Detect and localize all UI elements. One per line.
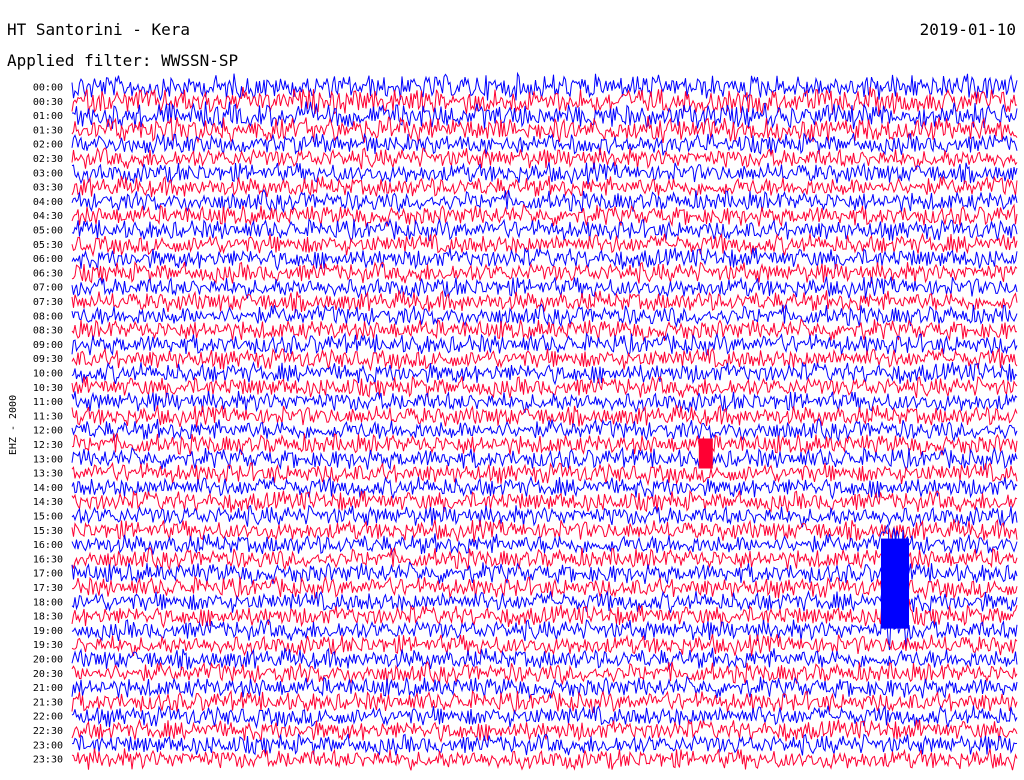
- trace-row-1630: [71, 543, 1018, 576]
- trace-row-0100: [72, 101, 1018, 130]
- tick-label-0700: 07:00: [33, 283, 63, 294]
- trace-row-0530: [71, 232, 1018, 258]
- date-label: 2019-01-10: [919, 20, 1016, 39]
- trace-row-0600: [71, 247, 1018, 272]
- tick-label-0100: 01:00: [33, 111, 63, 122]
- tick-label-1330: 13:30: [33, 469, 63, 480]
- trace-row-2200: [71, 704, 1018, 730]
- tick-label-1030: 10:30: [33, 383, 63, 394]
- tick-label-1930: 19:30: [33, 640, 63, 651]
- tick-label-1600: 16:00: [33, 540, 63, 551]
- event-mark-0: [698, 438, 713, 469]
- tick-label-0300: 03:00: [33, 168, 63, 179]
- tick-label-1530: 15:30: [33, 526, 63, 537]
- tick-label-1230: 12:30: [33, 440, 63, 451]
- tick-label-0800: 08:00: [33, 311, 63, 322]
- trace-row-0630: [71, 261, 1018, 284]
- tick-label-2300: 23:00: [33, 740, 63, 751]
- tick-label-2130: 21:30: [33, 697, 63, 708]
- trace-row-0500: [71, 218, 1018, 243]
- trace-row-0930: [71, 347, 1018, 372]
- tick-label-0730: 07:30: [33, 297, 63, 308]
- trace-row-1030: [71, 375, 1018, 399]
- trace-row-2100: [71, 675, 1018, 700]
- tick-label-0530: 05:30: [33, 240, 63, 251]
- trace-row-0330: [71, 175, 1018, 199]
- trace-row-2000: [71, 647, 1018, 671]
- tick-label-2330: 23:30: [33, 755, 63, 766]
- trace-row-0230: [71, 147, 1018, 170]
- station-title: HT Santorini - Kera: [7, 20, 191, 39]
- tick-label-1200: 12:00: [33, 426, 63, 437]
- channel-label: EHZ - 2000: [8, 395, 19, 455]
- trace-row-1200: [71, 417, 1018, 443]
- filter-label: Applied filter: WWSSN-SP: [7, 51, 239, 70]
- tick-label-0630: 06:30: [33, 268, 63, 279]
- trace-row-2030: [71, 660, 1018, 686]
- tick-label-1130: 11:30: [33, 411, 63, 422]
- helicorder-svg: 00:00 00:30 01:00 01:30 02:00 02:30 03:00 03:30…: [8, 71, 1018, 771]
- tick-label-0030: 00:30: [33, 97, 63, 108]
- tick-label-2230: 22:30: [33, 726, 63, 737]
- trace-row-1530: [71, 518, 1018, 542]
- event-mark-1: [881, 538, 909, 629]
- tick-label-0200: 02:00: [33, 140, 63, 151]
- tick-label-1830: 18:30: [33, 612, 63, 623]
- tick-label-1900: 19:00: [33, 626, 63, 637]
- tick-label-1000: 10:00: [33, 369, 63, 380]
- tick-label-0900: 09:00: [33, 340, 63, 351]
- tick-label-0230: 02:30: [33, 154, 63, 165]
- trace-row-2330: [71, 748, 1018, 771]
- tick-label-1730: 17:30: [33, 583, 63, 594]
- trace-row-1100: [71, 390, 1018, 414]
- trace-row-0430: [71, 203, 1018, 228]
- tick-label-1430: 14:30: [33, 497, 63, 508]
- tick-label-1700: 17:00: [33, 569, 63, 580]
- tick-label-2100: 21:00: [33, 683, 63, 694]
- time-tick-labels: 00:00 00:30 01:00 01:30 02:00 02:30 03:00 03:30…: [33, 83, 63, 766]
- tick-label-1400: 14:00: [33, 483, 63, 494]
- tick-label-0430: 04:30: [33, 211, 63, 222]
- tick-label-1100: 11:00: [33, 397, 63, 408]
- tick-label-0830: 08:30: [33, 326, 63, 337]
- trace-row-0300: [71, 162, 1018, 185]
- tick-label-0930: 09:30: [33, 354, 63, 365]
- helicorder-chart: 00:00 00:30 01:00 01:30 02:00 02:30 03:00 03:30…: [0, 0, 1024, 780]
- tick-label-2200: 22:00: [33, 712, 63, 723]
- trace-row-0830: [71, 318, 1017, 342]
- tick-label-1300: 13:00: [33, 454, 63, 465]
- tick-label-2030: 20:30: [33, 669, 63, 680]
- tick-label-0330: 03:30: [33, 183, 63, 194]
- trace-group: [71, 71, 1018, 771]
- trace-row-1230: [71, 433, 1018, 457]
- trace-row-1130: [71, 404, 1018, 428]
- tick-label-2000: 20:00: [33, 655, 63, 666]
- trace-row-0400: [71, 188, 1018, 214]
- tick-label-0400: 04:00: [33, 197, 63, 208]
- tick-label-1800: 18:00: [33, 597, 63, 608]
- tick-label-0130: 01:30: [33, 125, 63, 136]
- tick-label-0500: 05:00: [33, 226, 63, 237]
- tick-label-1630: 16:30: [33, 554, 63, 565]
- tick-label-1500: 15:00: [33, 512, 63, 523]
- tick-label-0000: 00:00: [33, 83, 63, 94]
- tick-label-0600: 06:00: [33, 254, 63, 265]
